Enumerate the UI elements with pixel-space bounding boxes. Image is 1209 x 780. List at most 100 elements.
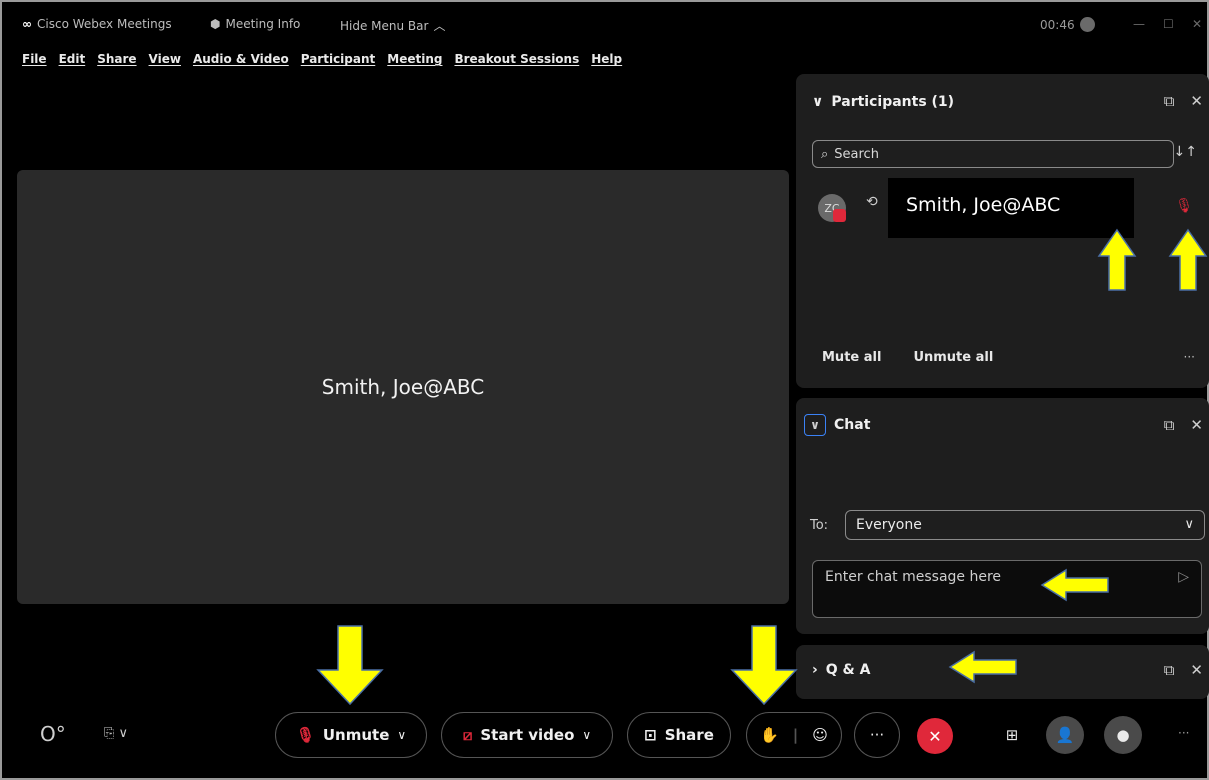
arrow-left-icon [1040,568,1109,602]
more-options-label: ··· [869,726,885,744]
qa-title: Q & A [825,662,871,678]
participant-name: Smith, Joe@ABC [906,194,1061,216]
title-bar: ∞ Cisco Webex Meetings ⬢ Meeting Info Hi… [0,0,1209,46]
ai-assistant-icon[interactable]: O° [40,722,66,746]
close-panel-icon[interactable]: ✕ [1190,92,1203,110]
chat-header[interactable]: ∨ Chat [804,414,870,436]
chat-to-label: To: [810,518,829,533]
participants-title: Participants (1) [831,94,955,110]
overflow-more-icon[interactable]: ··· [1178,726,1189,740]
menu-edit[interactable]: Edit [59,52,86,66]
popout-icon[interactable]: ⧉ [1164,92,1175,110]
send-icon[interactable]: ▷ [1178,569,1189,585]
chevron-down-icon: ∨ [582,728,592,742]
chat-title: Chat [834,417,871,433]
apps-icon: ⊞ [1005,726,1019,744]
arrow-down-icon [316,625,384,706]
chat-recipient-select[interactable]: Everyone ∨ [845,510,1205,540]
chat-panel: ∨ Chat ⧉ ✕ To: Everyone ∨ Enter chat mes… [796,398,1209,634]
muted-mic-icon[interactable]: 🎙︎ [1175,198,1193,214]
meeting-controls-bar: O° ⎘ ∨ 🎙︎ Unmute ∨ ⧄ Start video ∨ ⊡ Sha… [0,706,1209,766]
reactions-group: ✋ | ☺ [746,712,842,758]
chat-message-placeholder: Enter chat message here [825,569,1002,585]
app-name-label: Cisco Webex Meetings [37,17,172,31]
webex-logo-icon: ∞ [22,17,32,31]
chat-recipient-value: Everyone [856,517,922,533]
chat-bubble-icon: ● [1116,726,1130,744]
menu-view[interactable]: View [149,52,181,66]
menu-meeting[interactable]: Meeting [387,52,442,66]
host-badge-icon [833,209,846,222]
participants-panel-icons: ⧉ ✕ [1164,92,1203,110]
start-video-button[interactable]: ⧄ Start video ∨ [441,712,613,758]
app-title: ∞ Cisco Webex Meetings [22,17,172,31]
unmute-label: Unmute [322,726,390,744]
share-icon: ⊡ [644,726,657,744]
arrow-up-icon [1168,228,1208,291]
muted-mic-icon: 🎙︎ [295,726,315,744]
chevron-right-icon: › [812,662,818,678]
participants-icon: 👤 [1055,726,1075,744]
audio-connection-icon: ⟲ [866,194,878,210]
minimize-icon[interactable]: — [1133,17,1145,31]
apps-button[interactable]: ⊞ [989,712,1035,758]
qa-panel-icons: ⧉ ✕ [1164,661,1203,679]
close-window-icon[interactable]: ✕ [1192,17,1202,31]
popout-icon[interactable]: ⧉ [1164,661,1175,679]
hide-menu-bar-label: Hide Menu Bar [340,18,429,33]
menu-breakout-sessions[interactable]: Breakout Sessions [454,52,579,66]
close-panel-icon[interactable]: ✕ [1190,661,1203,679]
menu-help[interactable]: Help [591,52,622,66]
meeting-info-button[interactable]: ⬢ Meeting Info [210,17,300,31]
chevron-down-icon: ∨ [812,94,824,110]
menu-share[interactable]: Share [97,52,136,66]
chevron-down-icon: ∨ [1184,517,1194,532]
participants-panel: ∨ Participants (1) ⧉ ✕ ⌕ Search ↓↑ ZC ⟲ … [796,74,1209,388]
chat-toggle-button[interactable]: ● [1104,716,1142,754]
video-off-icon: ⧄ [462,726,473,744]
unmute-all-button[interactable]: Unmute all [913,350,993,365]
menu-participant[interactable]: Participant [301,52,376,66]
timer-label: 00:46 [1040,17,1075,32]
sort-icon[interactable]: ↓↑ [1174,144,1197,160]
hide-menu-bar-button[interactable]: Hide Menu Bar ︿ [340,17,445,34]
arrow-up-icon [1097,228,1137,291]
meeting-timer: 00:46 [1040,17,1095,32]
divider: | [792,726,799,744]
chat-panel-icons: ⧉ ✕ [1164,416,1203,434]
video-stage: Smith, Joe@ABC [17,170,789,604]
chevron-down-icon: ∨ [397,728,407,742]
arrow-down-icon [730,625,798,706]
participants-toggle-button[interactable]: 👤 [1046,716,1084,754]
share-button[interactable]: ⊡ Share [627,712,731,758]
signal-icon [1079,17,1095,32]
participants-more-button[interactable]: ··· [1184,350,1195,364]
captions-icon[interactable]: ⎘ ∨ [104,726,128,741]
chevron-up-icon: ︿ [433,19,446,33]
shield-icon: ⬢ [210,17,221,31]
share-label: Share [664,726,714,744]
leave-meeting-button[interactable]: ✕ [917,718,953,754]
mute-all-button[interactable]: Mute all [822,350,881,365]
menu-audio-video[interactable]: Audio & Video [193,52,289,66]
popout-icon[interactable]: ⧉ [1164,416,1175,434]
meeting-info-label: Meeting Info [225,17,301,31]
more-options-button[interactable]: ··· [854,712,900,758]
participants-header[interactable]: ∨ Participants (1) [812,94,954,110]
qa-header[interactable]: › Q & A [812,662,870,678]
close-icon: ✕ [928,726,942,746]
start-video-label: Start video [480,726,575,744]
search-icon: ⌕ [821,146,829,162]
stage-participant-name: Smith, Joe@ABC [321,375,485,399]
search-placeholder: Search [834,146,879,162]
menu-bar: File Edit Share View Audio & Video Parti… [22,52,622,66]
raise-hand-icon[interactable]: ✋ [760,726,779,744]
menu-file[interactable]: File [22,52,47,66]
participants-search-input[interactable]: ⌕ Search [812,140,1174,168]
maximize-icon[interactable]: ☐ [1163,17,1174,31]
reactions-icon[interactable]: ☺ [812,726,828,744]
chat-message-input[interactable]: Enter chat message here ▷ [812,560,1202,618]
arrow-left-icon [948,650,1017,684]
unmute-button[interactable]: 🎙︎ Unmute ∨ [275,712,427,758]
close-panel-icon[interactable]: ✕ [1190,416,1203,434]
